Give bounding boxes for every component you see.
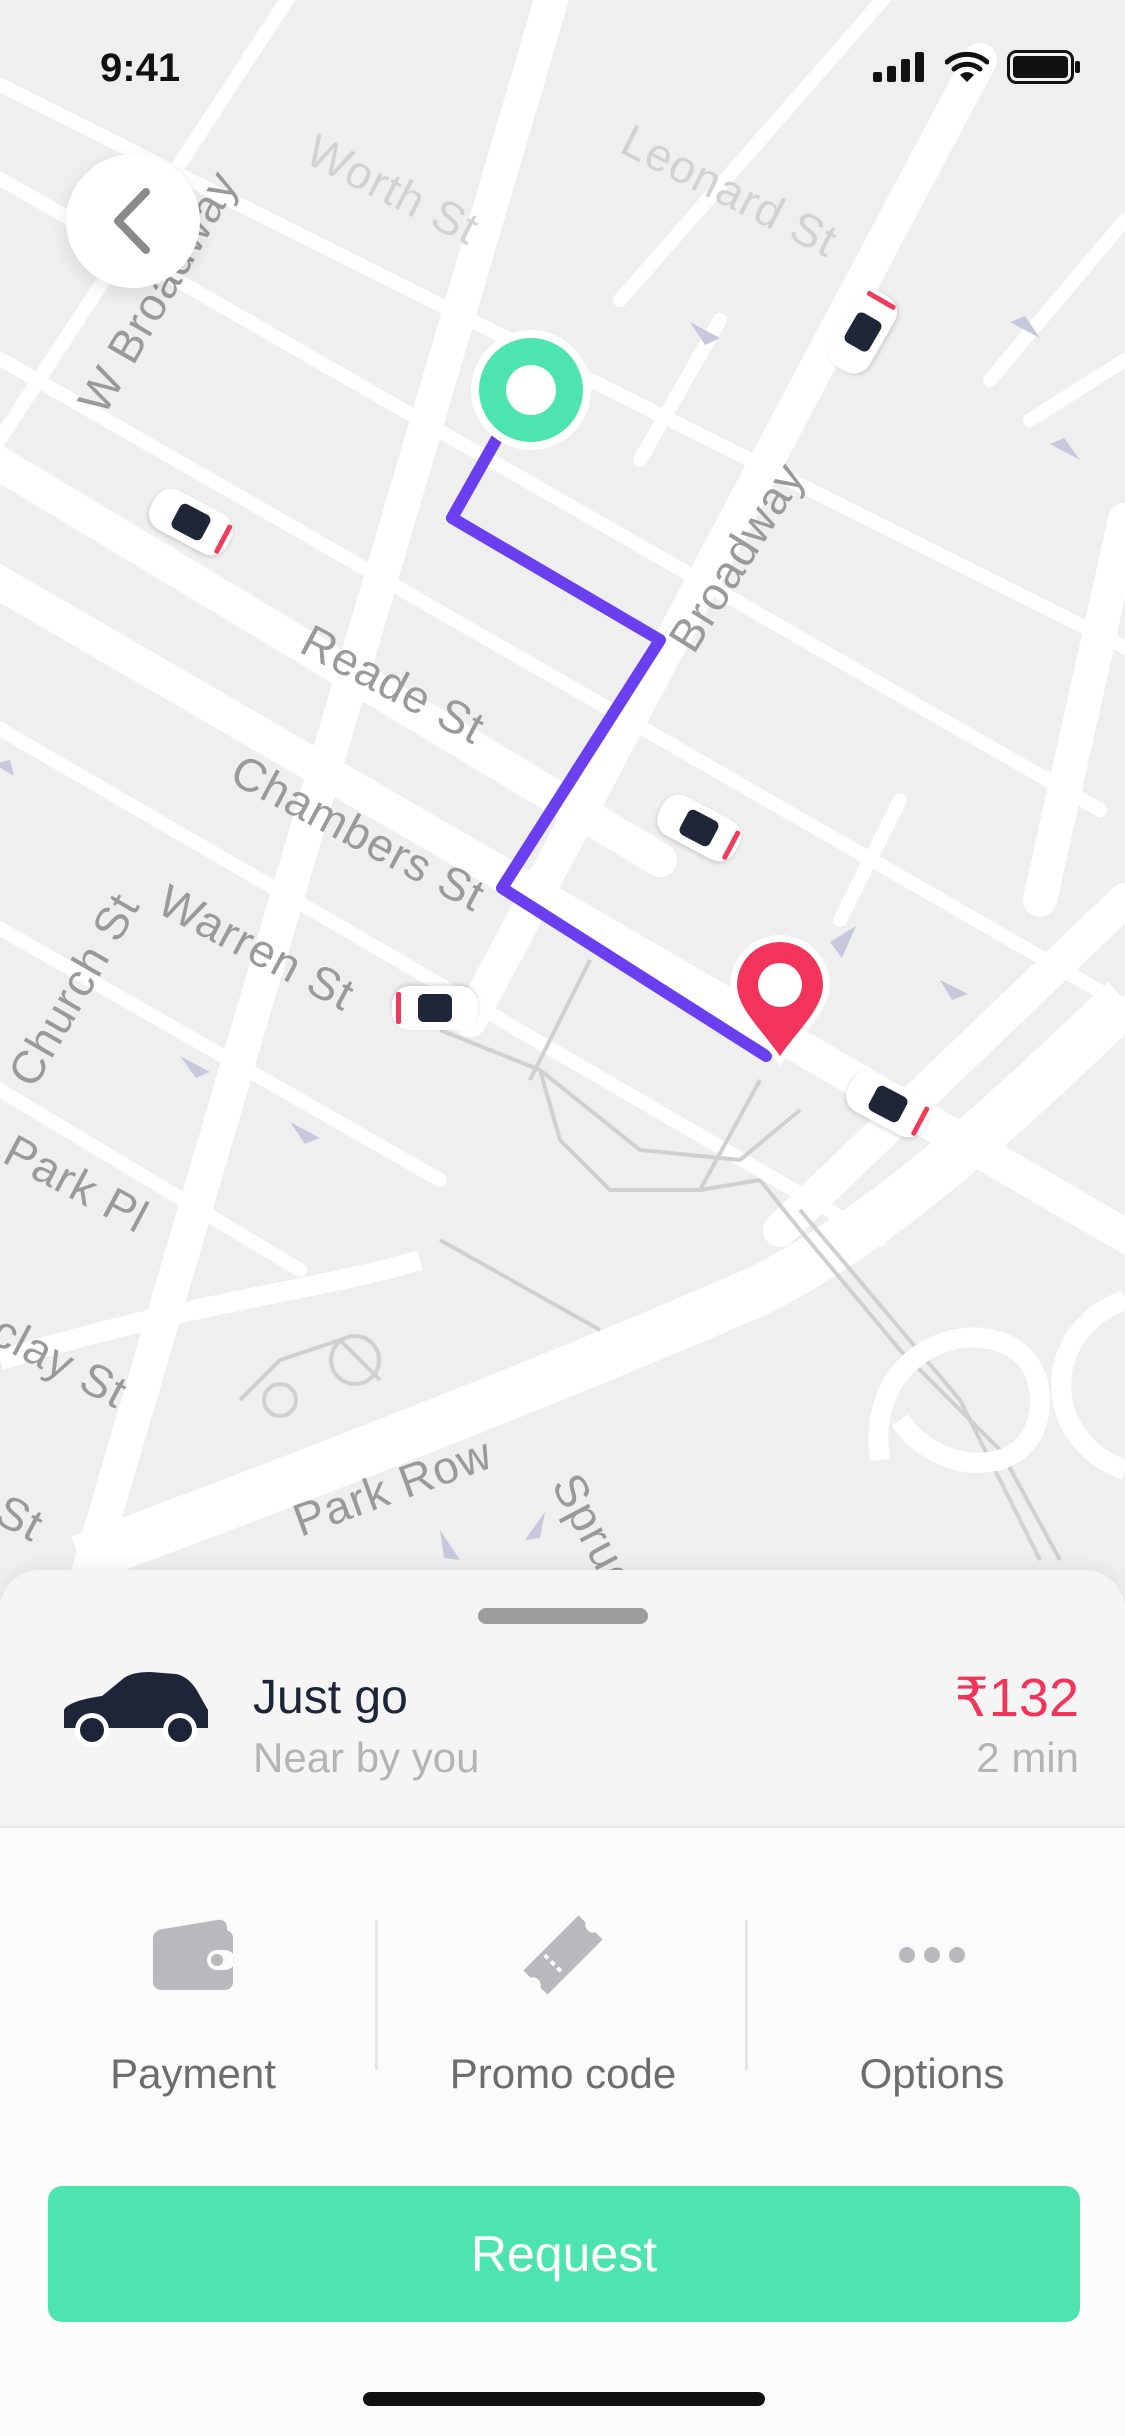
divider <box>375 1920 378 2070</box>
car-icon <box>64 1672 208 1747</box>
battery-icon <box>1007 50 1080 84</box>
promo-code-label: Promo code <box>449 2050 677 2097</box>
wallet-icon <box>153 1919 235 1990</box>
request-button[interactable]: Request <box>48 2186 1080 2322</box>
options-button[interactable]: Options <box>772 1900 1092 2140</box>
ride-name: Just go <box>253 1671 408 1724</box>
back-button[interactable] <box>66 154 200 288</box>
ticket-icon <box>523 1915 603 1995</box>
payment-label: Payment <box>110 2050 276 2097</box>
screen: Worth St Leonard St W Broadway Broadway … <box>0 0 1125 2436</box>
divider <box>745 1920 748 2070</box>
options-row: Payment Promo code Options <box>0 1900 1125 2140</box>
status-bar: 9:41 <box>0 0 1125 140</box>
origin-marker[interactable] <box>471 330 591 450</box>
wifi-icon <box>945 51 989 82</box>
options-label: Options <box>859 2050 1005 2097</box>
cellular-signal-icon <box>873 52 924 82</box>
map-car-icon <box>392 986 478 1030</box>
ride-eta: 2 min <box>976 1734 1079 1781</box>
ride-price: ₹132 <box>954 1668 1079 1728</box>
more-dots-icon <box>899 1947 965 1963</box>
ride-option-row[interactable]: Just go Near by you ₹132 2 min <box>0 1570 1125 1828</box>
promo-code-button[interactable]: Promo code <box>403 1900 723 2140</box>
status-icons <box>873 50 1081 84</box>
home-indicator[interactable] <box>363 2392 765 2406</box>
chevron-left-icon <box>114 188 150 254</box>
sheet-drag-handle[interactable] <box>478 1608 648 1624</box>
payment-button[interactable]: Payment <box>33 1900 353 2140</box>
ride-subtitle: Near by you <box>253 1734 480 1781</box>
status-time: 9:41 <box>100 46 181 90</box>
